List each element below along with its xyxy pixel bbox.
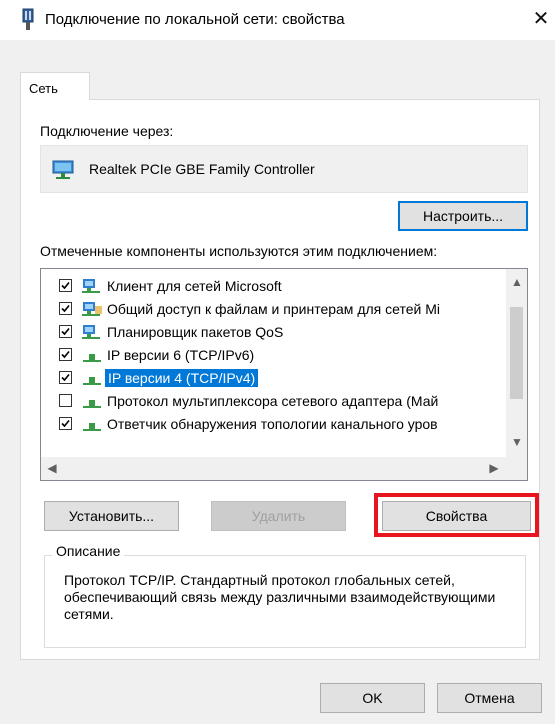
window-title: Подключение по локальной сети: свойства xyxy=(45,11,345,28)
component-label: Клиент для сетей Microsoft xyxy=(107,278,282,294)
component-checkbox[interactable] xyxy=(59,394,72,407)
description-title: Описание xyxy=(52,543,125,559)
install-button-label: Установить... xyxy=(68,508,155,524)
adapter-field: Realtek PCIe GBE Family Controller xyxy=(40,145,528,193)
scroll-right-icon[interactable]: ▶ xyxy=(485,459,503,477)
scroll-left-icon[interactable]: ◀ xyxy=(43,459,61,477)
list-item[interactable]: Ответчик обнаружения топологии канальног… xyxy=(41,413,506,435)
protocol-icon xyxy=(83,377,101,385)
list-item[interactable]: IP версии 6 (TCP/IPv6) xyxy=(41,344,506,366)
configure-button-label: Настроить... xyxy=(422,208,504,224)
tab-network-label: Сеть xyxy=(29,81,58,96)
component-checkbox[interactable] xyxy=(59,302,72,315)
configure-button[interactable]: Настроить... xyxy=(398,201,528,231)
components-list[interactable]: Клиент для сетей Microsoft Общий доступ к… xyxy=(40,268,528,481)
close-button[interactable]: ✕ xyxy=(530,8,552,30)
network-client-icon xyxy=(82,279,100,293)
component-label: Общий доступ к файлам и принтерам для се… xyxy=(107,301,440,317)
protocol-icon xyxy=(83,400,101,408)
description-text: Протокол TCP/IP. Стандартный протокол гл… xyxy=(64,572,496,622)
vertical-scroll-thumb[interactable] xyxy=(510,307,523,399)
component-checkbox[interactable] xyxy=(59,417,72,430)
ok-button-label: OK xyxy=(362,690,383,706)
list-item[interactable]: Протокол мультиплексора сетевого адаптер… xyxy=(41,390,506,412)
horizontal-scrollbar[interactable]: ◀ ▶ xyxy=(41,457,527,480)
highlight-frame xyxy=(374,493,539,537)
connect-via-label: Подключение через: xyxy=(40,123,174,139)
components-label: Отмеченные компоненты используются этим … xyxy=(40,243,438,259)
remove-button-label: Удалить xyxy=(251,508,306,524)
component-label: IP версии 4 (TCP/IPv4) xyxy=(105,369,259,387)
list-item[interactable]: Общий доступ к файлам и принтерам для се… xyxy=(41,298,506,320)
title-bar: Подключение по локальной сети: свойства … xyxy=(0,0,555,40)
install-button[interactable]: Установить... xyxy=(44,501,179,531)
component-label: Протокол мультиплексора сетевого адаптер… xyxy=(107,393,439,409)
component-checkbox[interactable] xyxy=(59,279,72,292)
vertical-scrollbar[interactable]: ▲ ▼ xyxy=(506,269,527,457)
component-checkbox[interactable] xyxy=(59,325,72,338)
component-label: IP версии 6 (TCP/IPv6) xyxy=(107,347,255,363)
adapter-name: Realtek PCIe GBE Family Controller xyxy=(89,161,315,177)
network-adapter-icon xyxy=(22,8,34,30)
network-card-icon xyxy=(52,160,74,179)
component-label: Планировщик пакетов QoS xyxy=(107,324,284,340)
protocol-icon xyxy=(83,354,101,362)
list-item[interactable]: Клиент для сетей Microsoft xyxy=(41,275,506,297)
protocol-icon xyxy=(83,423,101,431)
scroll-up-icon[interactable]: ▲ xyxy=(508,273,526,291)
remove-button[interactable]: Удалить xyxy=(211,501,346,531)
component-label: Ответчик обнаружения топологии канальног… xyxy=(107,416,438,432)
qos-icon xyxy=(82,325,100,339)
component-checkbox[interactable] xyxy=(59,348,72,361)
list-item[interactable]: IP версии 4 (TCP/IPv4) xyxy=(41,367,506,389)
file-sharing-icon xyxy=(82,302,102,316)
scroll-down-icon[interactable]: ▼ xyxy=(508,433,526,451)
ok-button[interactable]: OK xyxy=(320,683,425,713)
cancel-button[interactable]: Отмена xyxy=(437,683,542,713)
component-checkbox[interactable] xyxy=(59,371,72,384)
list-item[interactable]: Планировщик пакетов QoS xyxy=(41,321,506,343)
tab-network[interactable]: Сеть xyxy=(20,72,90,100)
cancel-button-label: Отмена xyxy=(464,690,515,706)
